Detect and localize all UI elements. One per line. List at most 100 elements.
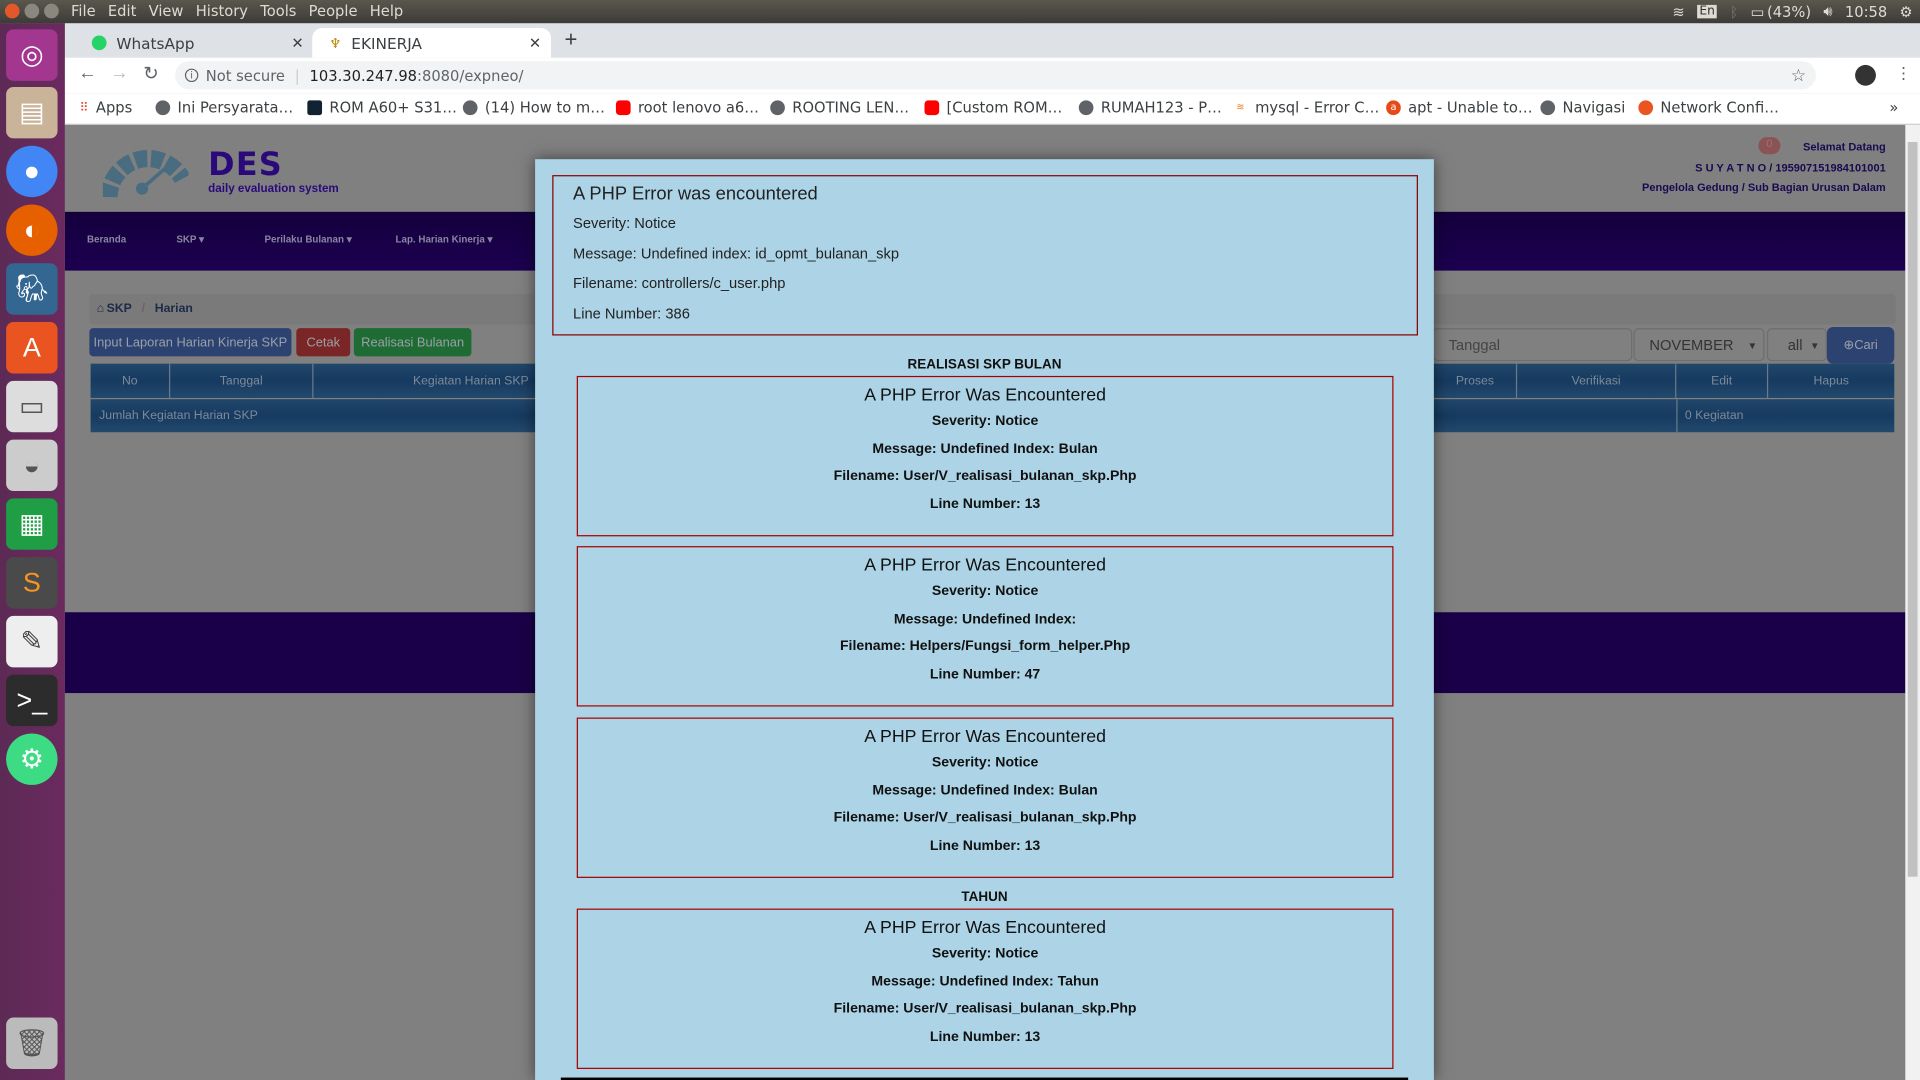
wifi-icon[interactable]: ≋ xyxy=(1672,3,1684,20)
error-title: A PHP Error Was Encountered xyxy=(864,727,1106,747)
ubuntu-dash-icon[interactable]: ◎ xyxy=(6,29,58,81)
nav-beranda[interactable]: Beranda xyxy=(87,234,126,245)
bookmark-item[interactable]: [Custom ROM… xyxy=(924,99,1062,116)
url-host: 103.30.247.98 xyxy=(309,66,418,84)
error-message: Message: Undefined Index: Tahun xyxy=(871,974,1099,989)
error-severity: Severity: Notice xyxy=(931,755,1039,771)
files-icon[interactable]: ▤ xyxy=(6,86,58,139)
battery-icon[interactable]: ▭ xyxy=(1751,3,1765,20)
postgresql-icon[interactable]: 🐘︎ xyxy=(6,263,58,315)
nav-perilaku-bulanan[interactable]: Perilaku Bulanan ▾ xyxy=(264,234,351,245)
error-severity: Severity: Notice xyxy=(573,214,676,232)
bookmark-item[interactable]: ≋ mysql - Error C… xyxy=(1233,99,1379,116)
breadcrumb-skp[interactable]: SKP xyxy=(107,302,132,315)
input-laporan-button[interactable]: Input Laporan Harian Kinerja SKP xyxy=(89,328,292,357)
bookmark-apps[interactable]: ⠿ Apps xyxy=(80,99,133,116)
bookmark-item[interactable]: Network Confi… xyxy=(1638,99,1779,116)
realisasi-bulanan-button[interactable]: Realisasi Bulanan xyxy=(353,328,472,357)
trash-icon[interactable]: 🗑︎ xyxy=(6,1017,58,1069)
bookmark-label: Ini Persyarata… xyxy=(177,99,294,117)
terminal-icon[interactable]: >_ xyxy=(6,674,58,727)
minimize-window-icon[interactable] xyxy=(24,3,40,19)
menu-help[interactable]: Help xyxy=(370,2,404,19)
power-gear-icon[interactable]: ⚙ xyxy=(1899,3,1912,20)
error-line: Line Number: 386 xyxy=(573,304,690,322)
profile-avatar[interactable] xyxy=(1855,64,1876,86)
error-filename: Filename: User/V_realisasi_bulanan_skp.P… xyxy=(833,810,1137,826)
reload-icon[interactable]: ↻ xyxy=(143,62,158,85)
info-icon[interactable]: i xyxy=(184,68,199,83)
clock[interactable]: 10:58 xyxy=(1845,3,1887,20)
more-bookmarks-button[interactable]: » xyxy=(1889,99,1898,116)
php-error-box: A PHP Error Was Encountered Severity: No… xyxy=(576,375,1394,537)
keyboard-layout[interactable]: En xyxy=(1696,4,1718,19)
system-menubar: File Edit View History Tools People Help… xyxy=(0,0,1920,24)
error-line: Line Number: 13 xyxy=(929,838,1041,853)
month-value: NOVEMBER xyxy=(1649,336,1734,354)
speedometer-logo-icon xyxy=(100,142,190,207)
volume-icon[interactable]: 🔊︎ xyxy=(1823,2,1832,20)
android-studio-icon[interactable]: ⚙ xyxy=(6,733,58,785)
chrome-menu-icon[interactable]: ⋮ xyxy=(1896,64,1912,84)
drive-icon[interactable]: ▭ xyxy=(6,380,58,433)
status-select[interactable]: all ▼ xyxy=(1766,328,1827,362)
tab-ekinerja[interactable]: ♆ EKINERJA ✕ xyxy=(312,28,552,58)
maximize-window-icon[interactable] xyxy=(44,3,59,19)
section-realisasi-title: REALISASI SKP BULAN xyxy=(907,357,1062,373)
cetak-button[interactable]: Cetak xyxy=(296,328,351,357)
globe-icon xyxy=(1078,100,1094,116)
forward-icon[interactable]: → xyxy=(110,62,128,83)
nav-label: Lap. Harian Kinerja xyxy=(395,233,485,245)
menu-history[interactable]: History xyxy=(196,2,248,19)
error-title: A PHP Error was encountered xyxy=(573,183,818,205)
scrollbar-thumb[interactable] xyxy=(1907,142,1918,877)
month-select[interactable]: NOVEMBER ▼ xyxy=(1633,328,1765,362)
home-icon[interactable]: ⌂ xyxy=(97,302,104,315)
youtube-icon xyxy=(924,100,940,116)
bookmark-item[interactable]: ROOTING LEN… xyxy=(770,99,909,116)
menu-tools[interactable]: Tools xyxy=(260,2,296,19)
sublime-text-icon[interactable]: S xyxy=(6,557,58,609)
user-info: Selamat Datang S U Y A T N O / 195907151… xyxy=(1642,137,1886,198)
scrollbar[interactable] xyxy=(1905,124,1920,1080)
bookmark-item[interactable]: ROM A60+ S31… xyxy=(307,99,457,116)
bookmark-item[interactable]: RUMAH123 - P… xyxy=(1078,99,1222,117)
cari-button[interactable]: ⊕ Cari xyxy=(1826,326,1895,364)
breadcrumb-harian: Harian xyxy=(154,302,193,316)
close-tab-icon[interactable]: ✕ xyxy=(529,34,541,51)
bookmark-item[interactable]: root lenovo a6… xyxy=(615,99,759,117)
tab-whatsapp[interactable]: WhatsApp ✕ xyxy=(75,28,314,57)
address-bar[interactable]: i Not secure | 103.30.247.98 :8080/expne… xyxy=(175,61,1816,90)
bookmark-label: root lenovo a6… xyxy=(637,99,759,117)
bookmark-item[interactable]: (14) How to m… xyxy=(462,99,605,116)
date-input[interactable]: Tanggal xyxy=(1432,328,1633,362)
chrome-icon[interactable]: ● xyxy=(6,145,58,198)
menu-file[interactable]: File xyxy=(71,2,96,19)
close-tab-icon[interactable]: ✕ xyxy=(291,34,303,51)
error-line: Line Number: 47 xyxy=(929,666,1041,682)
back-icon[interactable]: ← xyxy=(78,62,96,83)
bookmark-item[interactable]: a apt - Unable to… xyxy=(1386,99,1533,116)
firefox-icon[interactable]: ◐ xyxy=(6,204,58,256)
new-tab-button[interactable]: + xyxy=(564,27,577,53)
globe-icon xyxy=(770,100,785,116)
spreadsheet-icon[interactable]: ▦ xyxy=(6,498,58,550)
menu-people[interactable]: People xyxy=(309,2,358,19)
menu-edit[interactable]: Edit xyxy=(108,2,136,19)
bookmark-star-icon[interactable]: ☆ xyxy=(1791,66,1806,86)
close-window-icon[interactable] xyxy=(4,3,20,19)
bookmark-item[interactable]: Navigasi xyxy=(1540,99,1625,116)
bookmark-item[interactable]: Ini Persyarata… xyxy=(155,99,294,117)
software-center-icon[interactable]: A xyxy=(6,322,58,374)
nav-lap-harian-kinerja[interactable]: Lap. Harian Kinerja ▾ xyxy=(396,234,493,245)
dropdown-arrow-icon: ▼ xyxy=(1747,340,1758,352)
security-status[interactable]: Not secure xyxy=(206,67,285,84)
bookmark-label: RUMAH123 - P… xyxy=(1100,99,1222,117)
bookmark-label: mysql - Error C… xyxy=(1255,99,1380,117)
error-line: Line Number: 13 xyxy=(929,1029,1041,1044)
nav-skp[interactable]: SKP ▾ xyxy=(176,234,204,245)
menu-view[interactable]: View xyxy=(149,2,184,19)
bluetooth-icon[interactable]: ᛒ xyxy=(1730,3,1739,20)
disk-icon[interactable]: ◒ xyxy=(6,439,58,492)
text-editor-icon[interactable]: ✎ xyxy=(6,615,58,668)
